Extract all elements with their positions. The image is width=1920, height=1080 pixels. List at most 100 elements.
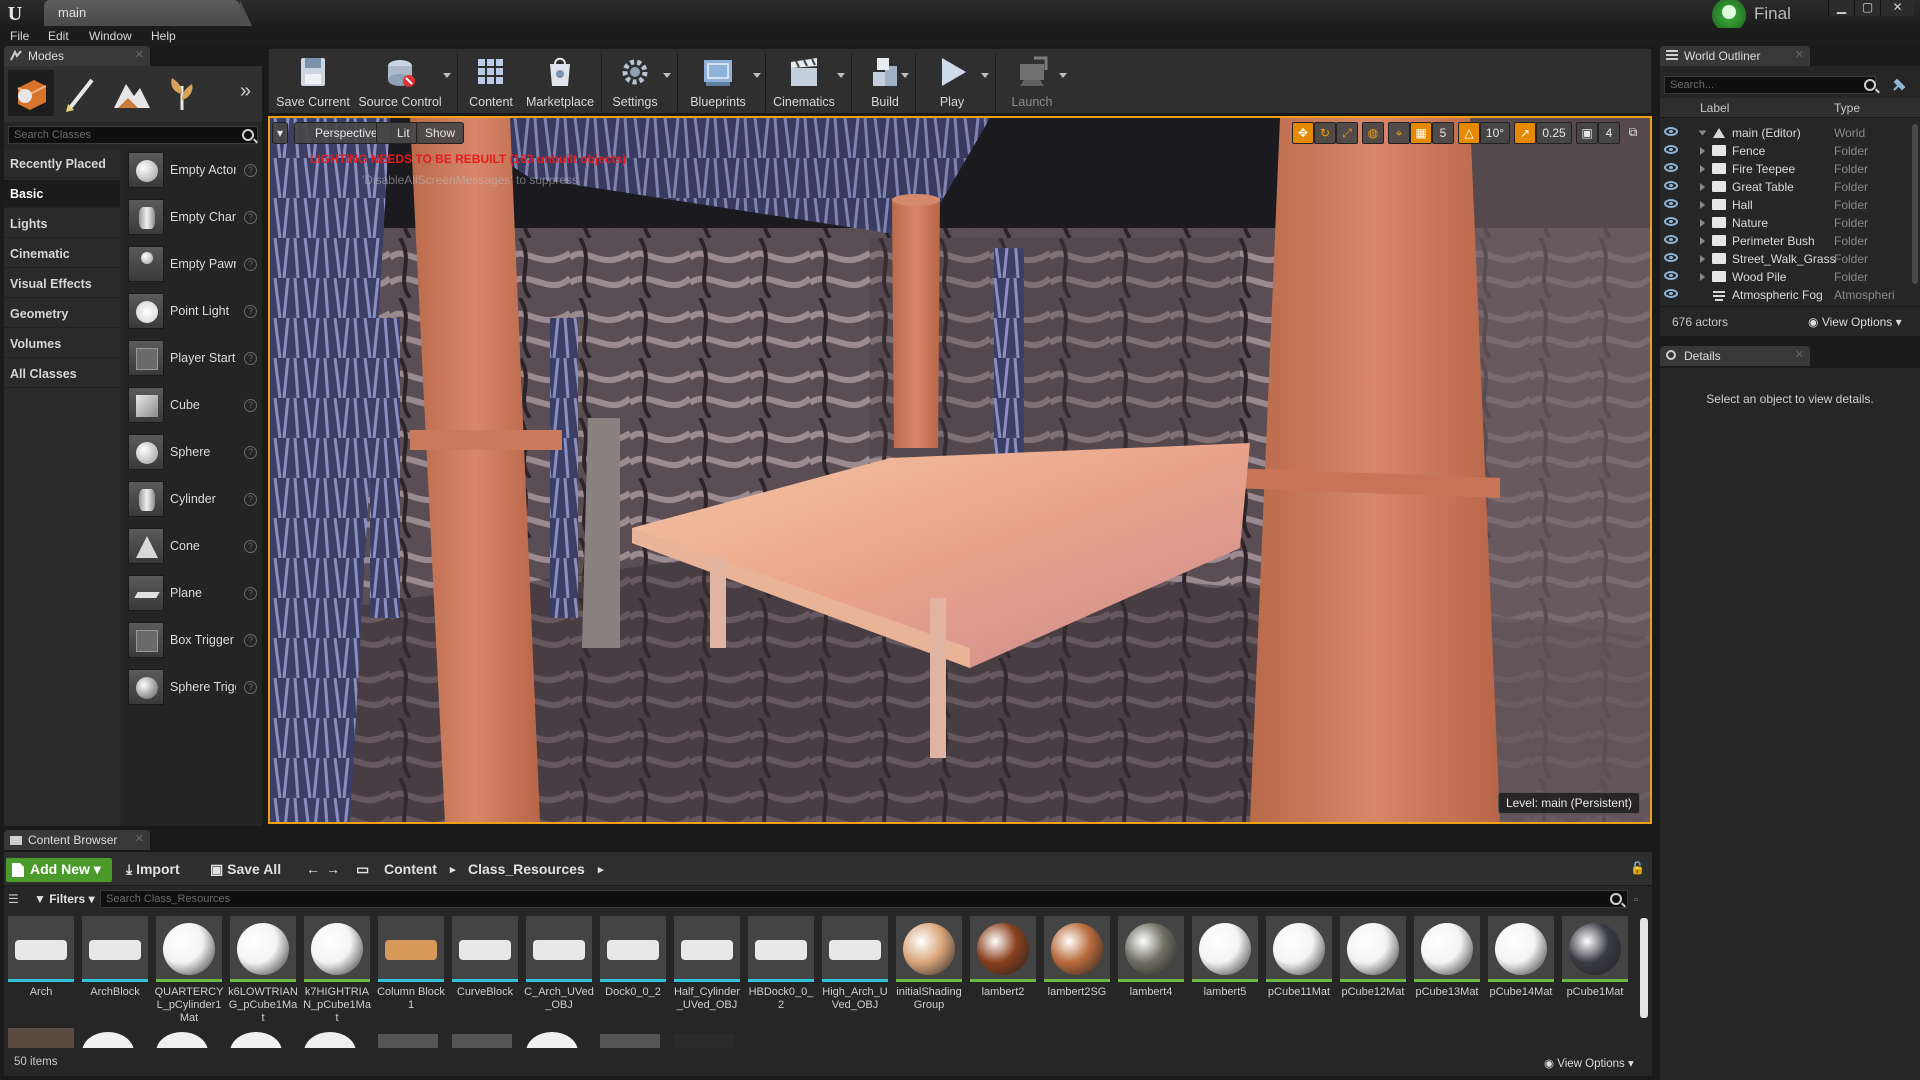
asset-tile[interactable]: Dock0_0_2 <box>600 916 668 1026</box>
lock-icon[interactable]: 🔓 <box>1630 861 1645 875</box>
place-item-sphere[interactable]: Sphere? <box>128 432 258 472</box>
place-item-empty-actor[interactable]: Empty Actor? <box>128 150 258 190</box>
category-basic[interactable]: Basic <box>4 180 120 208</box>
level-viewport[interactable]: ▾ Perspective Lit Show LIGHTING NEEDS TO… <box>268 116 1652 824</box>
outliner-row[interactable]: Street_Walk_Grass Folder <box>1660 250 1910 268</box>
breadcrumb-class-resources[interactable]: Class_Resources <box>468 861 585 877</box>
asset-scrollbar[interactable] <box>1640 918 1648 1018</box>
camera-speed-icon[interactable]: ▣ <box>1576 122 1598 144</box>
asset-tile[interactable]: CurveBlock <box>452 916 520 1026</box>
rotation-snap-value[interactable]: 10° <box>1480 122 1510 144</box>
place-item-point-light[interactable]: Point Light? <box>128 291 258 331</box>
visibility-eye-icon[interactable] <box>1664 199 1678 208</box>
asset-thumb-partial[interactable] <box>526 1032 578 1048</box>
expand-arrow-icon[interactable] <box>1700 165 1705 173</box>
outliner-row[interactable]: Great Table Folder <box>1660 178 1910 196</box>
camera-speed-value[interactable]: 4 <box>1598 122 1620 144</box>
help-icon[interactable]: ? <box>244 493 257 506</box>
source-control-dropdown[interactable] <box>443 73 451 78</box>
visibility-eye-icon[interactable] <box>1664 181 1678 190</box>
type-column-header[interactable]: Type <box>1834 101 1860 115</box>
play-button[interactable]: Play <box>919 51 985 113</box>
grid-snap-icon[interactable]: ▦ <box>1410 122 1432 144</box>
show-button[interactable]: Show <box>416 122 465 144</box>
expand-arrow-icon[interactable] <box>1700 219 1705 227</box>
filters-button[interactable]: ▼ Filters ▾ <box>34 892 95 906</box>
visibility-eye-icon[interactable] <box>1664 289 1678 298</box>
document-tab[interactable]: main <box>44 0 252 26</box>
details-tab[interactable]: Details ✕ <box>1660 346 1810 366</box>
menu-file[interactable]: File <box>10 29 29 43</box>
category-lights[interactable]: Lights <box>4 210 120 238</box>
asset-thumb-partial[interactable] <box>8 1028 74 1048</box>
category-all-classes[interactable]: All Classes <box>4 360 120 388</box>
search-classes-input[interactable]: Search Classes <box>8 126 258 144</box>
asset-tile[interactable]: HBDock0_0_2 <box>748 916 816 1026</box>
world-space-icon[interactable]: ◍ <box>1362 122 1384 144</box>
outliner-row[interactable]: Atmospheric Fog Atmospheri <box>1660 286 1910 304</box>
asset-thumb-partial[interactable] <box>378 1034 438 1048</box>
surface-snap-icon[interactable]: ⌖ <box>1388 122 1410 144</box>
place-item-sphere-trigger[interactable]: Sphere Trigger? <box>128 667 258 707</box>
minimize-button[interactable]: ▁ <box>1828 0 1854 16</box>
close-icon[interactable]: ✕ <box>1795 48 1804 61</box>
asset-tile[interactable]: lambert2 <box>970 916 1038 1026</box>
outliner-scrollbar[interactable] <box>1912 124 1918 284</box>
asset-thumb-partial[interactable] <box>82 1032 134 1048</box>
visibility-eye-icon[interactable] <box>1664 145 1678 154</box>
visibility-eye-icon[interactable] <box>1664 217 1678 226</box>
place-item-box-trigger[interactable]: Box Trigger? <box>128 620 258 660</box>
blueprints-dropdown[interactable] <box>753 73 761 78</box>
help-icon[interactable]: ? <box>244 587 257 600</box>
outliner-row[interactable]: Wood Pile Folder <box>1660 268 1910 286</box>
scale-snap-value[interactable]: 0.25 <box>1536 122 1572 144</box>
add-new-button[interactable]: Add New ▾ <box>6 858 112 882</box>
asset-tile[interactable]: Arch <box>8 916 76 1026</box>
asset-tile[interactable]: ArchBlock <box>82 916 150 1026</box>
asset-tile[interactable]: Half_Cylinder_UVed_OBJ <box>674 916 742 1026</box>
asset-thumb-partial[interactable] <box>304 1032 356 1048</box>
outliner-row[interactable]: Fence Folder <box>1660 142 1910 160</box>
help-icon[interactable]: ? <box>244 164 257 177</box>
menu-help[interactable]: Help <box>151 29 176 43</box>
scale-tool-icon[interactable]: ⤢ <box>1336 122 1358 144</box>
asset-tile[interactable]: C_Arch_UVed_OBJ <box>524 916 594 1026</box>
place-mode-button[interactable] <box>8 70 54 116</box>
help-icon[interactable]: ? <box>244 681 257 694</box>
asset-tile[interactable]: lambert2SG <box>1044 916 1112 1026</box>
collapse-arrow-icon[interactable] <box>1698 130 1707 136</box>
asset-thumb-partial[interactable] <box>600 1034 660 1048</box>
close-window-button[interactable]: ✕ <box>1880 0 1914 16</box>
category-geometry[interactable]: Geometry <box>4 300 120 328</box>
pin-icon[interactable] <box>1890 76 1908 94</box>
rotation-snap-icon[interactable]: △ <box>1458 122 1480 144</box>
expand-arrow-icon[interactable] <box>1700 273 1705 281</box>
place-item-empty-character[interactable]: Empty Character? <box>128 197 258 237</box>
visibility-eye-icon[interactable] <box>1664 127 1678 136</box>
outliner-row[interactable]: Fire Teepee Folder <box>1660 160 1910 178</box>
help-icon[interactable]: ? <box>244 352 257 365</box>
category-cinematic[interactable]: Cinematic <box>4 240 120 268</box>
expand-arrow-icon[interactable] <box>1700 183 1705 191</box>
sources-toggle-icon[interactable]: ☰ <box>8 892 19 906</box>
asset-thumb-partial[interactable] <box>156 1032 208 1048</box>
asset-thumb-partial[interactable] <box>230 1032 282 1048</box>
asset-tile[interactable]: High_Arch_UVed_OBJ <box>822 916 890 1026</box>
place-item-player-start[interactable]: Player Start? <box>128 338 258 378</box>
help-icon[interactable]: ? <box>244 634 257 647</box>
marketplace-button[interactable]: Marketplace <box>523 51 597 113</box>
place-item-cone[interactable]: Cone? <box>128 526 258 566</box>
asset-tile[interactable]: k7HIGHTRIAN_pCube1Mat <box>303 916 372 1026</box>
place-item-cylinder[interactable]: Cylinder? <box>128 479 258 519</box>
category-recently-placed[interactable]: Recently Placed <box>4 150 120 178</box>
cinematics-button[interactable]: Cinematics <box>767 51 841 113</box>
back-arrow-icon[interactable]: ← <box>306 861 320 877</box>
asset-tile[interactable]: pCube11Mat <box>1266 916 1334 1026</box>
foliage-mode-button[interactable] <box>158 70 204 116</box>
landscape-mode-button[interactable] <box>108 70 154 116</box>
help-icon[interactable]: ? <box>244 305 257 318</box>
expand-arrow-icon[interactable] <box>1700 237 1705 245</box>
close-icon[interactable]: ✕ <box>135 832 144 845</box>
lit-button[interactable]: Lit <box>376 122 419 144</box>
translate-tool-icon[interactable]: ✥ <box>1292 122 1314 144</box>
